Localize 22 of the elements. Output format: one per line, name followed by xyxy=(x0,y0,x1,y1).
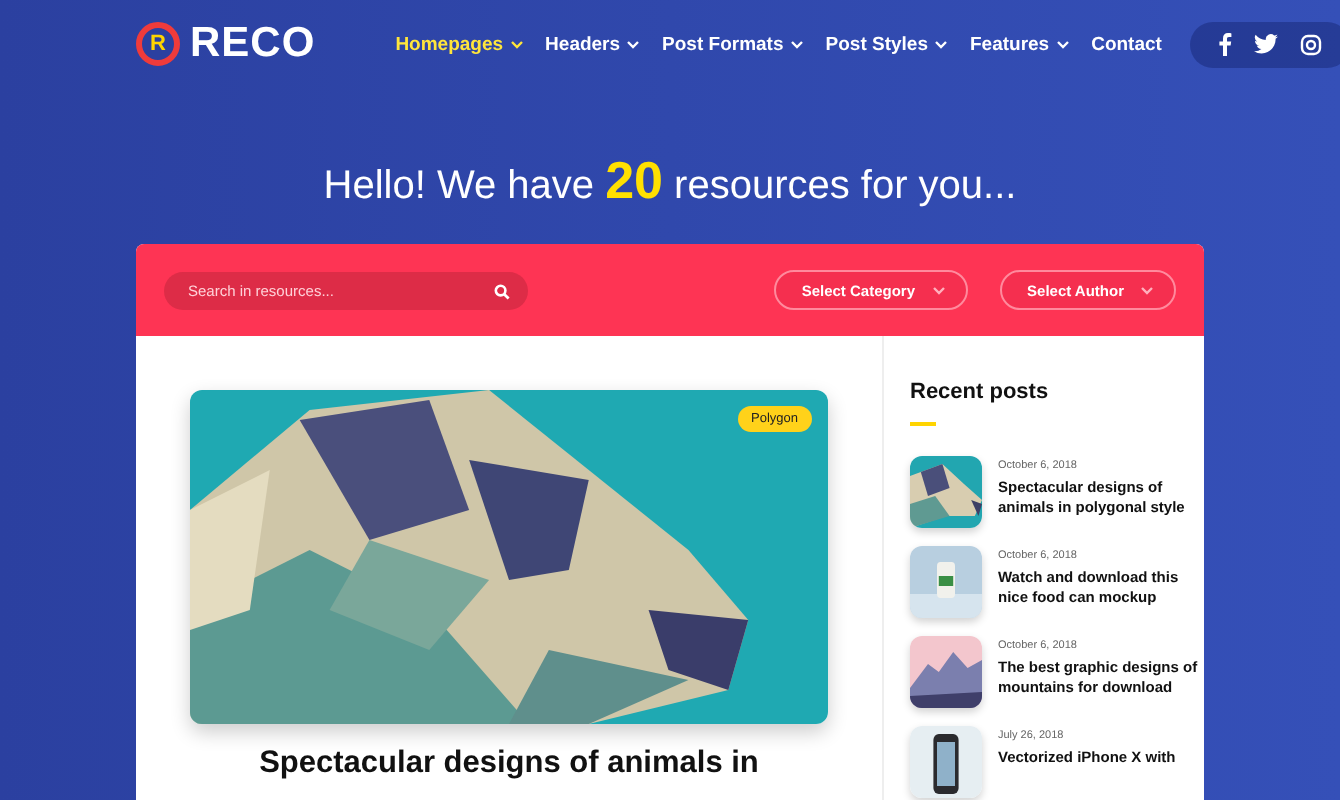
nav-item[interactable]: Features xyxy=(969,33,1070,55)
twitter-icon[interactable] xyxy=(1253,34,1278,54)
caret-icon xyxy=(933,39,948,49)
caret-icon xyxy=(509,39,524,49)
caret-icon xyxy=(1140,285,1154,295)
logo-mark[interactable]: R xyxy=(136,22,180,66)
instagram-icon[interactable] xyxy=(1299,33,1322,55)
facebook-icon[interactable] xyxy=(1217,32,1232,56)
caret-icon xyxy=(789,39,804,49)
nav-item[interactable]: Post Formats xyxy=(662,33,804,55)
headline: Hello! We have 20 resources for you... xyxy=(321,148,1019,214)
brand-name[interactable]: RECO xyxy=(190,20,316,68)
search-icon[interactable] xyxy=(494,283,510,299)
nav-item[interactable]: Headers xyxy=(545,33,641,55)
nav-item[interactable]: Homepages xyxy=(395,33,524,55)
caret-icon xyxy=(626,39,641,49)
section-title: Recent posts xyxy=(910,380,1051,404)
nav-item[interactable]: Contact xyxy=(1091,33,1162,55)
caret-icon xyxy=(931,285,946,295)
nav-item[interactable]: Post Styles xyxy=(825,33,948,55)
post-title[interactable]: Spectacular designs of animals in xyxy=(190,746,828,782)
caret-icon xyxy=(1055,39,1070,49)
